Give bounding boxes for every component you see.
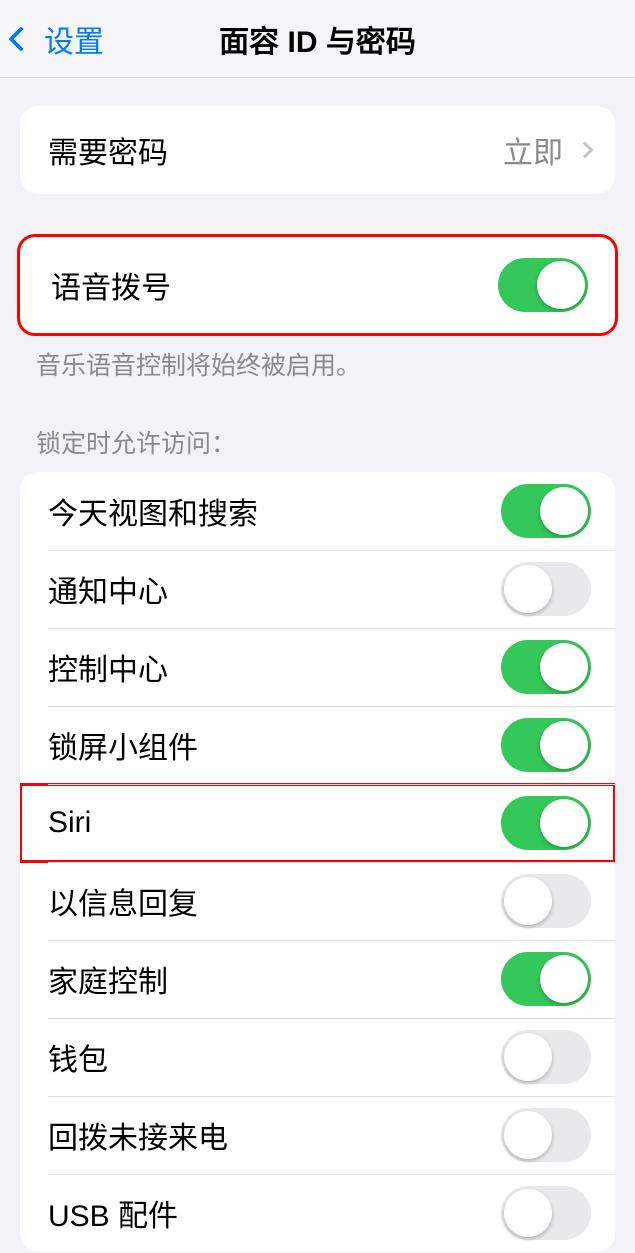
toggle-knob bbox=[504, 565, 552, 613]
toggle-knob bbox=[540, 643, 588, 691]
locked-item-row: 锁屏小组件 bbox=[20, 706, 615, 784]
require-passcode-label: 需要密码 bbox=[48, 128, 168, 172]
voice-dial-row: 语音拨号 bbox=[23, 239, 612, 331]
locked-item-row: 控制中心 bbox=[20, 628, 615, 706]
voice-dial-toggle[interactable] bbox=[498, 258, 588, 312]
locked-item-toggle[interactable] bbox=[501, 952, 591, 1006]
locked-item-label: 以信息回复 bbox=[48, 879, 198, 923]
chevron-right-icon bbox=[577, 142, 594, 159]
toggle-knob bbox=[504, 1189, 552, 1237]
locked-access-group: 今天视图和搜索通知中心控制中心锁屏小组件 Siri 以信息回复家庭控制钱包回拨未接来… bbox=[20, 472, 615, 1252]
navbar: 设置 面容 ID 与密码 bbox=[0, 0, 635, 78]
locked-item-row: 今天视图和搜索 bbox=[20, 472, 615, 550]
locked-item-toggle[interactable] bbox=[501, 874, 591, 928]
toggle-knob bbox=[540, 799, 588, 847]
locked-item-toggle[interactable] bbox=[501, 1186, 591, 1240]
page-title: 面容 ID 与密码 bbox=[219, 17, 416, 61]
locked-item-toggle[interactable] bbox=[501, 562, 591, 616]
locked-item-label: 今天视图和搜索 bbox=[48, 489, 258, 533]
toggle-knob bbox=[504, 1033, 552, 1081]
locked-item-row: 回拨未接来电 bbox=[20, 1096, 615, 1174]
toggle-knob bbox=[537, 261, 585, 309]
require-passcode-row[interactable]: 需要密码 立即 bbox=[20, 106, 615, 194]
voice-dial-group: 语音拨号 bbox=[17, 234, 618, 336]
require-passcode-group: 需要密码 立即 bbox=[20, 106, 615, 194]
locked-item-row: 钱包 bbox=[20, 1018, 615, 1096]
locked-access-header: 锁定时允许访问： bbox=[0, 384, 635, 472]
locked-item-row: 家庭控制 bbox=[20, 940, 615, 1018]
voice-dial-footer: 音乐语音控制将始终被启用。 bbox=[0, 336, 635, 384]
back-button[interactable]: 设置 bbox=[12, 0, 104, 78]
locked-item-row: Siri bbox=[20, 784, 615, 862]
locked-item-label: 通知中心 bbox=[48, 567, 168, 611]
toggle-knob bbox=[504, 1111, 552, 1159]
locked-item-toggle[interactable] bbox=[501, 796, 591, 850]
locked-item-label: 回拨未接来电 bbox=[48, 1113, 228, 1157]
locked-item-label: 家庭控制 bbox=[48, 957, 168, 1001]
locked-item-label: 钱包 bbox=[48, 1035, 108, 1079]
toggle-knob bbox=[540, 487, 588, 535]
toggle-knob bbox=[540, 955, 588, 1003]
toggle-knob bbox=[504, 877, 552, 925]
require-passcode-value: 立即 bbox=[503, 128, 591, 172]
locked-item-toggle[interactable] bbox=[501, 1030, 591, 1084]
locked-item-toggle[interactable] bbox=[501, 1108, 591, 1162]
locked-item-toggle[interactable] bbox=[501, 640, 591, 694]
locked-item-toggle[interactable] bbox=[501, 484, 591, 538]
toggle-knob bbox=[540, 721, 588, 769]
back-label: 设置 bbox=[44, 17, 104, 61]
locked-item-row: 以信息回复 bbox=[20, 862, 615, 940]
voice-dial-label: 语音拨号 bbox=[51, 263, 171, 307]
locked-item-row: USB 配件 bbox=[20, 1174, 615, 1252]
locked-item-row: 通知中心 bbox=[20, 550, 615, 628]
chevron-left-icon bbox=[8, 26, 33, 51]
locked-item-label: 控制中心 bbox=[48, 645, 168, 689]
locked-item-label: Siri bbox=[48, 806, 91, 840]
locked-item-label: USB 配件 bbox=[48, 1191, 178, 1235]
locked-item-toggle[interactable] bbox=[501, 718, 591, 772]
locked-item-label: 锁屏小组件 bbox=[48, 723, 198, 767]
